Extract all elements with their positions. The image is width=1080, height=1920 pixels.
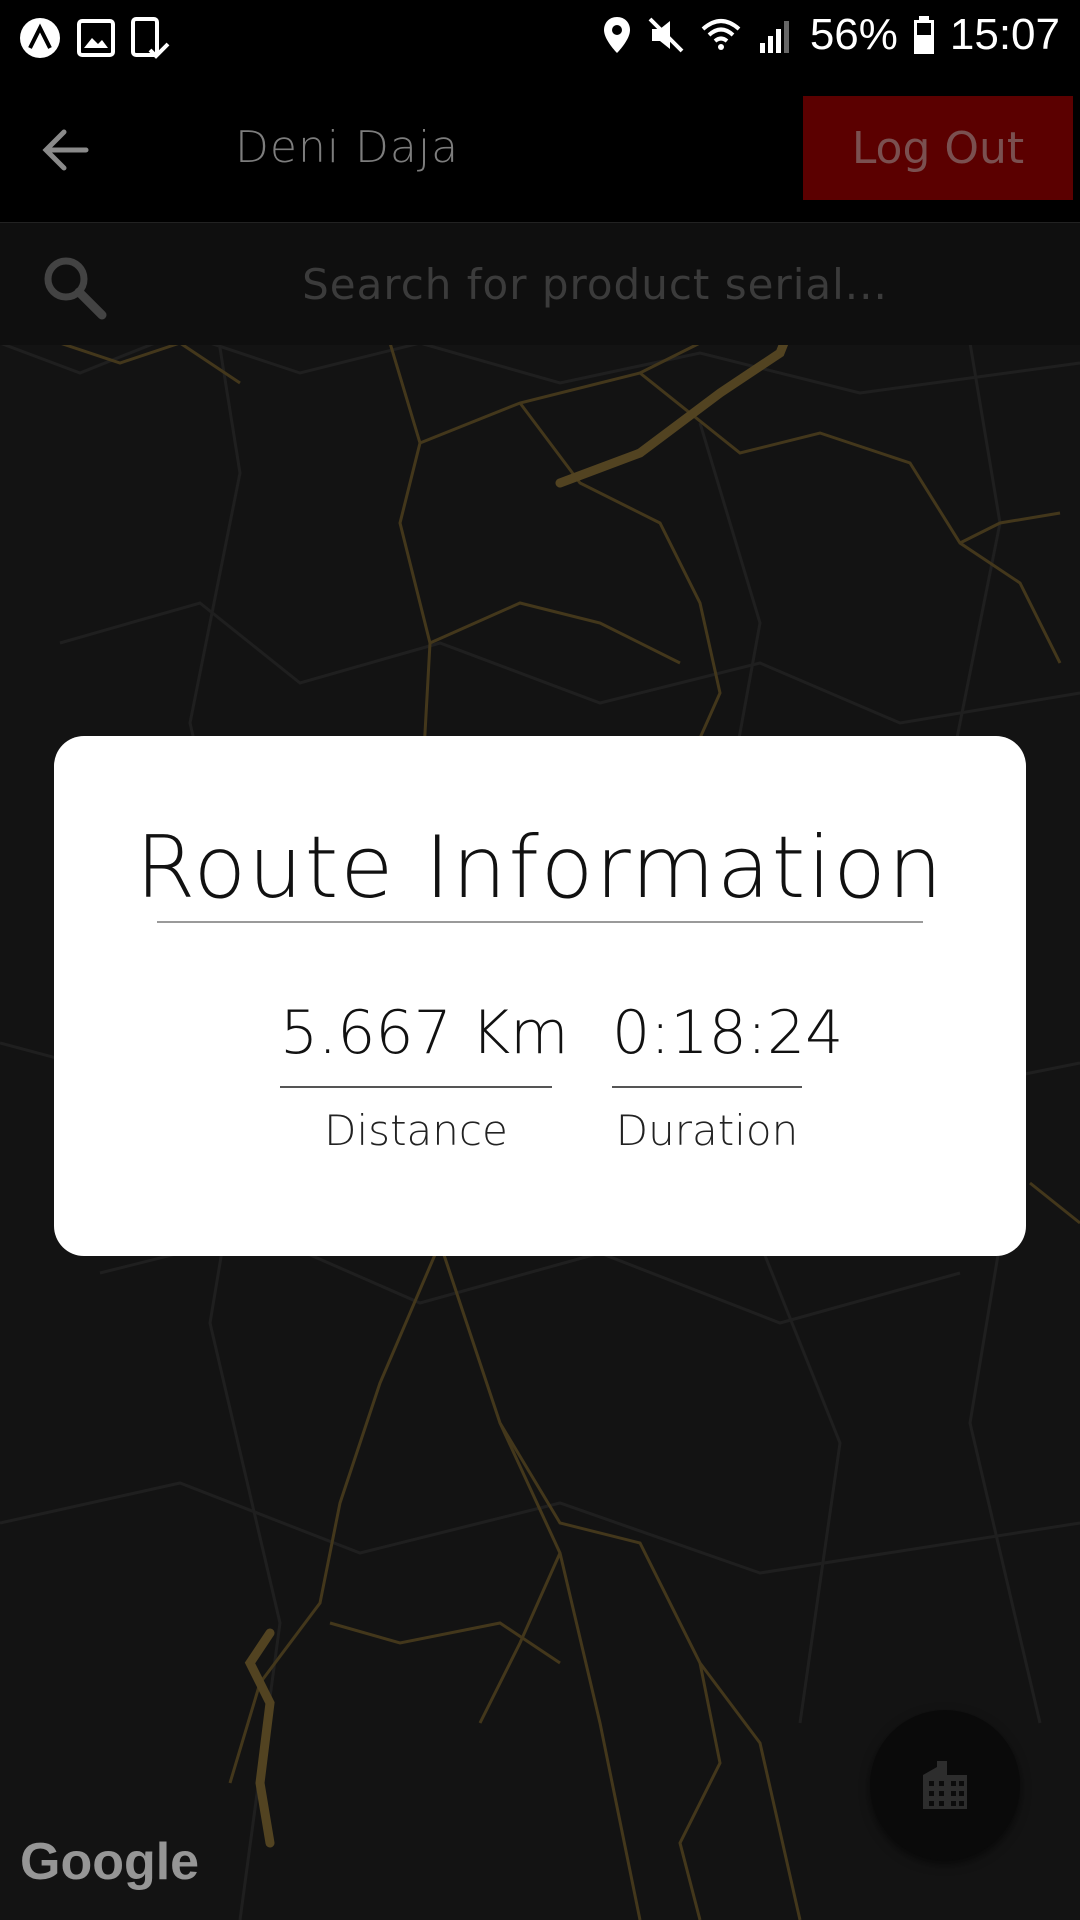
status-system-icons: 56% 15:07	[602, 10, 1060, 60]
status-bar: 56% 15:07	[0, 0, 1080, 78]
tablet-check-icon	[131, 17, 170, 59]
battery-percent: 56%	[809, 10, 898, 59]
status-notification-icons	[18, 16, 170, 60]
gallery-icon	[77, 19, 115, 57]
signal-icon	[759, 21, 789, 53]
wifi-icon	[701, 19, 741, 50]
distance-label: Distance	[324, 1106, 508, 1155]
mute-icon	[648, 17, 684, 53]
battery-icon	[913, 16, 934, 54]
distance-value: 5.667 Km	[280, 998, 569, 1088]
distance-stat: 5.667 Km Distance	[280, 998, 569, 1155]
route-info-dialog: Route Information 5.667 Km Distance 0:18…	[54, 736, 1026, 1256]
logout-button[interactable]: Log Out	[803, 96, 1073, 200]
app-icon	[20, 18, 60, 58]
user-name: Deni Daja	[235, 122, 460, 173]
clock: 15:07	[949, 10, 1060, 59]
app-bar: Deni Daja Log Out	[0, 78, 1080, 223]
location-icon	[603, 17, 630, 53]
arrow-left-icon	[42, 129, 89, 171]
duration-label: Duration	[615, 1106, 799, 1155]
title-divider	[157, 921, 923, 923]
duration-stat: 0:18:24 Duration	[612, 998, 843, 1155]
dialog-title: Route Information	[135, 818, 945, 918]
duration-value: 0:18:24	[612, 998, 843, 1088]
back-button[interactable]	[36, 120, 96, 180]
